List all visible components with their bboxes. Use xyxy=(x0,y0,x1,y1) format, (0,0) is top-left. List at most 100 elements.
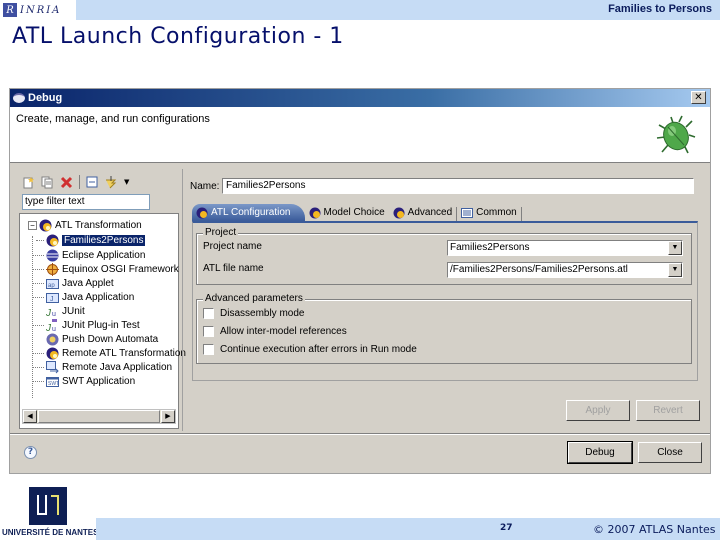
tree-connector xyxy=(32,296,44,298)
disassembly-mode-checkbox[interactable]: Disassembly mode xyxy=(203,308,304,319)
scroll-thumb[interactable] xyxy=(38,410,160,423)
universite-nantes-logo xyxy=(29,487,67,525)
dialog-titlebar[interactable]: Debug ✕ xyxy=(10,89,710,107)
dialog-title: Debug xyxy=(28,92,63,104)
inria-logo: R INRIA xyxy=(0,0,76,20)
tree-item-junit-plugin-test[interactable]: Ju JUnit Plug-in Test xyxy=(32,318,140,332)
java-app-icon: J xyxy=(46,292,59,303)
logo-n-mark xyxy=(51,495,59,515)
tree-item-remote-atl[interactable]: Remote ATL Transformation xyxy=(32,346,186,360)
continue-after-errors-checkbox[interactable]: Continue execution after errors in Run m… xyxy=(203,344,417,355)
tab-content: Project Project name Families2Persons ▼ … xyxy=(192,221,698,381)
close-button[interactable]: Close xyxy=(638,442,702,463)
atl-icon xyxy=(39,219,52,231)
new-config-icon[interactable] xyxy=(22,176,35,189)
svg-text:SWT: SWT xyxy=(48,381,59,387)
close-window-button[interactable]: ✕ xyxy=(691,91,706,104)
logo-u-mark xyxy=(37,495,47,515)
tree-item-eclipse-application[interactable]: Eclipse Application xyxy=(32,248,145,262)
project-name-label: Project name xyxy=(203,241,262,252)
debug-dialog: Debug ✕ Create, manage, and run configur… xyxy=(9,88,711,474)
tree-connector xyxy=(32,380,44,382)
junit-icon: Ju xyxy=(46,308,56,318)
scroll-left-button[interactable]: ◀ xyxy=(23,410,37,423)
inria-mark-icon: R xyxy=(3,3,17,17)
tree-item-equinox-osgi[interactable]: Equinox OSGI Framework xyxy=(32,262,179,276)
svg-text:u: u xyxy=(52,326,56,332)
eclipse-icon xyxy=(13,93,25,103)
tree-connector xyxy=(32,254,44,256)
checkbox[interactable] xyxy=(203,308,214,319)
advanced-group-title: Advanced parameters xyxy=(203,293,305,304)
tree-item-push-down-automata[interactable]: Push Down Automata xyxy=(32,332,158,346)
collapse-all-icon[interactable] xyxy=(86,176,99,189)
page-number: 27 xyxy=(500,523,513,533)
tab-atl-configuration[interactable]: ATL Configuration xyxy=(192,204,305,221)
tree-item-java-application[interactable]: J Java Application xyxy=(32,290,134,304)
name-label: Name: xyxy=(190,181,220,192)
tree-item-junit[interactable]: Ju JUnit xyxy=(32,304,85,318)
swt-icon: SWT xyxy=(46,376,59,387)
tree-horizontal-scrollbar[interactable]: ◀ ▶ xyxy=(22,409,176,424)
dialog-banner: Create, manage, and run configurations xyxy=(10,107,710,163)
filter-icon[interactable] xyxy=(105,175,118,189)
tree-item-families2persons[interactable]: Families2Persons xyxy=(36,233,146,247)
collapse-icon[interactable]: − xyxy=(28,220,37,230)
tab-model-choice[interactable]: Model Choice xyxy=(305,204,389,221)
tree-connector xyxy=(32,352,44,354)
svg-text:u: u xyxy=(52,311,56,318)
tab-separator xyxy=(520,207,522,221)
atl-file-combo[interactable]: /Families2Persons/Families2Persons.atl ▼ xyxy=(447,262,683,278)
revert-button[interactable]: Revert xyxy=(636,400,700,421)
configuration-list-panel: ▼ type filter text − ATL Transformation … xyxy=(18,169,186,429)
panel-splitter[interactable] xyxy=(182,169,183,431)
osgi-icon xyxy=(46,262,59,276)
config-tabs: ATL Configuration Model Choice Advanced … xyxy=(192,203,522,221)
duplicate-icon[interactable] xyxy=(41,176,54,189)
tree-item-swt-application[interactable]: SWT SWT Application xyxy=(32,374,135,388)
atl-icon xyxy=(46,347,59,359)
project-name-combo[interactable]: Families2Persons ▼ xyxy=(447,240,683,256)
common-icon xyxy=(461,207,474,218)
project-group: Project Project name Families2Persons ▼ … xyxy=(196,227,692,285)
advanced-parameters-group: Advanced parameters Disassembly mode All… xyxy=(196,293,692,364)
tree-connector xyxy=(32,339,44,340)
tab-advanced[interactable]: Advanced xyxy=(389,204,456,221)
checkbox[interactable] xyxy=(203,344,214,355)
tree-connector xyxy=(32,366,44,368)
filter-input[interactable]: type filter text xyxy=(22,194,150,210)
name-input[interactable]: Families2Persons xyxy=(222,178,694,194)
dialog-separator xyxy=(10,433,710,435)
dialog-description: Create, manage, and run configurations xyxy=(16,113,210,125)
atl-icon xyxy=(393,207,405,218)
dropdown-arrow-icon[interactable]: ▼ xyxy=(124,178,129,186)
toolbar-separator xyxy=(79,175,80,189)
tree-item-atl-transformation[interactable]: − ATL Transformation xyxy=(28,218,142,232)
delete-icon[interactable] xyxy=(60,176,73,189)
tree-item-java-applet[interactable]: ap Java Applet xyxy=(32,276,114,290)
debug-button[interactable]: Debug xyxy=(567,441,633,464)
tree-connector xyxy=(32,324,44,326)
checkbox[interactable] xyxy=(203,326,214,337)
copyright: © 2007 ATLAS Nantes xyxy=(593,523,716,536)
allow-inter-model-refs-checkbox[interactable]: Allow inter-model references xyxy=(203,326,347,337)
svg-text:ap: ap xyxy=(48,283,55,289)
slide-title: ATL Launch Configuration - 1 xyxy=(12,24,344,49)
remote-java-icon xyxy=(46,360,59,373)
debug-bug-icon xyxy=(656,115,696,154)
help-icon[interactable]: ? xyxy=(24,446,37,459)
tree-connector xyxy=(32,268,44,270)
configuration-editor: Name: Families2Persons ATL Configuration… xyxy=(188,173,702,429)
tree-item-remote-java[interactable]: Remote Java Application xyxy=(32,360,172,374)
tab-common[interactable]: Common xyxy=(457,204,521,221)
slide-subject: Families to Persons xyxy=(608,3,712,15)
scroll-right-button[interactable]: ▶ xyxy=(161,410,175,423)
project-group-title: Project xyxy=(203,227,239,238)
chevron-down-icon[interactable]: ▼ xyxy=(668,241,682,255)
chevron-down-icon[interactable]: ▼ xyxy=(668,263,682,277)
svg-text:J: J xyxy=(50,296,54,303)
atl-icon xyxy=(309,207,320,218)
pda-icon xyxy=(46,333,59,345)
university-name: UNIVERSITÉ DE NANTES xyxy=(2,528,99,537)
apply-button[interactable]: Apply xyxy=(566,400,630,421)
